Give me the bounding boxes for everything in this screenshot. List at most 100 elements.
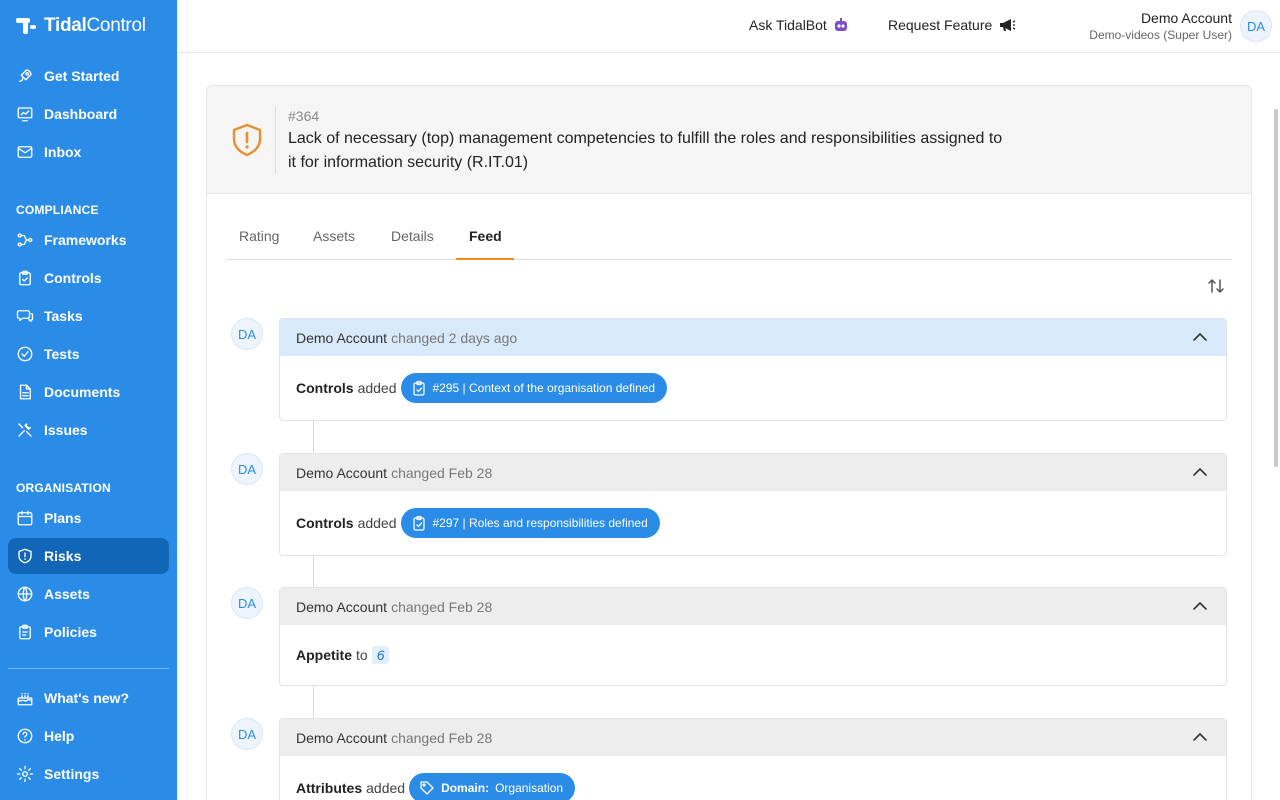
section-label-organisation: ORGANISATION (16, 481, 111, 495)
entry-author: Demo Account (296, 464, 388, 481)
control-pill[interactable]: #295 | Context of the organisation defin… (400, 373, 668, 403)
gear-icon (16, 765, 34, 783)
inbox-icon (17, 146, 33, 158)
entry-field: Controls (296, 380, 354, 396)
sidebar-item-label: Dashboard (44, 106, 118, 122)
sidebar-divider (8, 668, 169, 669)
timeline-connector (313, 421, 314, 453)
sidebar-item-get-started[interactable]: Get Started (8, 58, 169, 94)
tab-rating[interactable]: Rating (239, 228, 279, 244)
tab-assets[interactable]: Assets (313, 228, 355, 244)
sidebar: TidalControl Get Started Dashboard Inbox… (0, 0, 177, 800)
policies-icon (19, 624, 31, 640)
sidebar-item-documents[interactable]: Documents (8, 374, 169, 410)
feed-entry: Demo Account changed Feb 28 Appetite to … (279, 587, 1227, 686)
sidebar-item-label: Help (44, 728, 75, 744)
brand-name: TidalControl (44, 15, 146, 36)
rocket-icon (19, 69, 32, 82)
scrollbar[interactable] (1274, 109, 1278, 467)
sidebar-item-label: Get Started (44, 68, 120, 84)
entry-body: Controls added #297 | Roles and responsi… (280, 491, 1226, 555)
entry-header[interactable]: Demo Account changed Feb 28 (280, 588, 1226, 625)
sidebar-item-settings[interactable]: Settings (8, 756, 169, 792)
brand-logo[interactable]: TidalControl (16, 14, 146, 38)
globe-icon (17, 586, 33, 602)
entry-verb: added (366, 780, 406, 796)
ask-tidalbot-link[interactable]: Ask TidalBot (749, 17, 849, 33)
entry-avatar: DA (231, 587, 263, 619)
entry-field: Attributes (296, 780, 363, 796)
attribute-pill[interactable]: Domain: Organisation (409, 773, 576, 800)
shield-icon (18, 548, 32, 564)
sidebar-item-help[interactable]: Help (8, 718, 169, 754)
help-icon (17, 728, 33, 744)
avatar[interactable]: DA (1240, 10, 1272, 42)
timeline-connector (313, 555, 314, 587)
sidebar-item-label: What's new? (44, 690, 129, 706)
tag-icon (420, 781, 434, 795)
sidebar-item-tests[interactable]: Tests (8, 336, 169, 372)
controls-icon (19, 270, 31, 286)
feed-entry: Demo Account changed 2 days ago Controls… (279, 318, 1227, 421)
attribute-key: Domain: (441, 781, 490, 795)
user-menu[interactable]: Demo Account Demo-videos (Super User) (1089, 10, 1232, 42)
chevron-up-icon[interactable] (1192, 466, 1208, 478)
timeline-connector (313, 686, 314, 718)
sidebar-item-label: Controls (44, 270, 102, 286)
control-pill[interactable]: #297 | Roles and responsibilities define… (400, 508, 660, 538)
chevron-up-icon[interactable] (1192, 331, 1208, 343)
sort-icon[interactable] (1206, 276, 1226, 296)
main-content: #364 Lack of necessary (top) management … (177, 53, 1280, 800)
control-pill-label: #297 | Roles and responsibilities define… (432, 516, 648, 530)
sidebar-item-label: Plans (44, 510, 82, 526)
sidebar-item-whats-new[interactable]: What's new? (8, 680, 169, 716)
sidebar-item-issues[interactable]: Issues (8, 412, 169, 448)
entry-body: Attributes added Domain: Organisation (280, 756, 1226, 800)
risk-shield-icon (232, 123, 262, 157)
entry-action: changed Feb 28 (391, 464, 493, 481)
entry-author: Demo Account (296, 729, 388, 746)
entry-avatar: DA (231, 318, 263, 350)
documents-icon (19, 384, 31, 400)
entry-header[interactable]: Demo Account changed Feb 28 (280, 454, 1226, 491)
sidebar-item-plans[interactable]: Plans (8, 500, 169, 536)
ask-tidalbot-label: Ask TidalBot (749, 17, 827, 33)
cake-icon (17, 692, 33, 706)
logo-mark-icon (16, 16, 38, 36)
entry-field: Appetite (296, 647, 352, 663)
sidebar-item-controls[interactable]: Controls (8, 260, 169, 296)
entry-header[interactable]: Demo Account changed 2 days ago (280, 319, 1226, 356)
sidebar-item-policies[interactable]: Policies (8, 614, 169, 650)
frameworks-icon (17, 233, 33, 247)
robot-icon (834, 18, 847, 31)
sidebar-item-label: Frameworks (44, 232, 127, 248)
entry-body: Controls added #295 | Context of the org… (280, 356, 1226, 420)
header-separator (275, 107, 276, 174)
sidebar-item-assets[interactable]: Assets (8, 576, 169, 612)
chevron-up-icon[interactable] (1192, 731, 1208, 743)
section-label-compliance: COMPLIANCE (16, 203, 99, 217)
request-feature-label: Request Feature (888, 17, 993, 33)
tab-details[interactable]: Details (391, 228, 434, 244)
entry-author: Demo Account (296, 329, 388, 346)
sidebar-item-inbox[interactable]: Inbox (8, 134, 169, 170)
sidebar-item-tasks[interactable]: Tasks (8, 298, 169, 334)
sidebar-item-frameworks[interactable]: Frameworks (8, 222, 169, 258)
tests-icon (17, 346, 33, 362)
entry-action: changed Feb 28 (391, 729, 493, 746)
sidebar-item-label: Assets (44, 586, 90, 602)
entry-verb: added (357, 380, 397, 396)
entry-verb: to (356, 647, 368, 663)
entry-avatar: DA (231, 718, 263, 750)
chevron-up-icon[interactable] (1192, 600, 1208, 612)
sidebar-item-label: Issues (44, 422, 88, 438)
megaphone-icon (1000, 19, 1016, 31)
tab-feed[interactable]: Feed (469, 228, 502, 244)
feed-entry: Demo Account changed Feb 28 Attributes a… (279, 718, 1227, 800)
sidebar-item-risks[interactable]: Risks (8, 538, 169, 574)
risk-title: Lack of necessary (top) management compe… (288, 130, 1003, 171)
sidebar-item-label: Policies (44, 624, 97, 640)
request-feature-link[interactable]: Request Feature (888, 17, 1016, 33)
sidebar-item-dashboard[interactable]: Dashboard (8, 96, 169, 132)
entry-header[interactable]: Demo Account changed Feb 28 (280, 719, 1226, 756)
